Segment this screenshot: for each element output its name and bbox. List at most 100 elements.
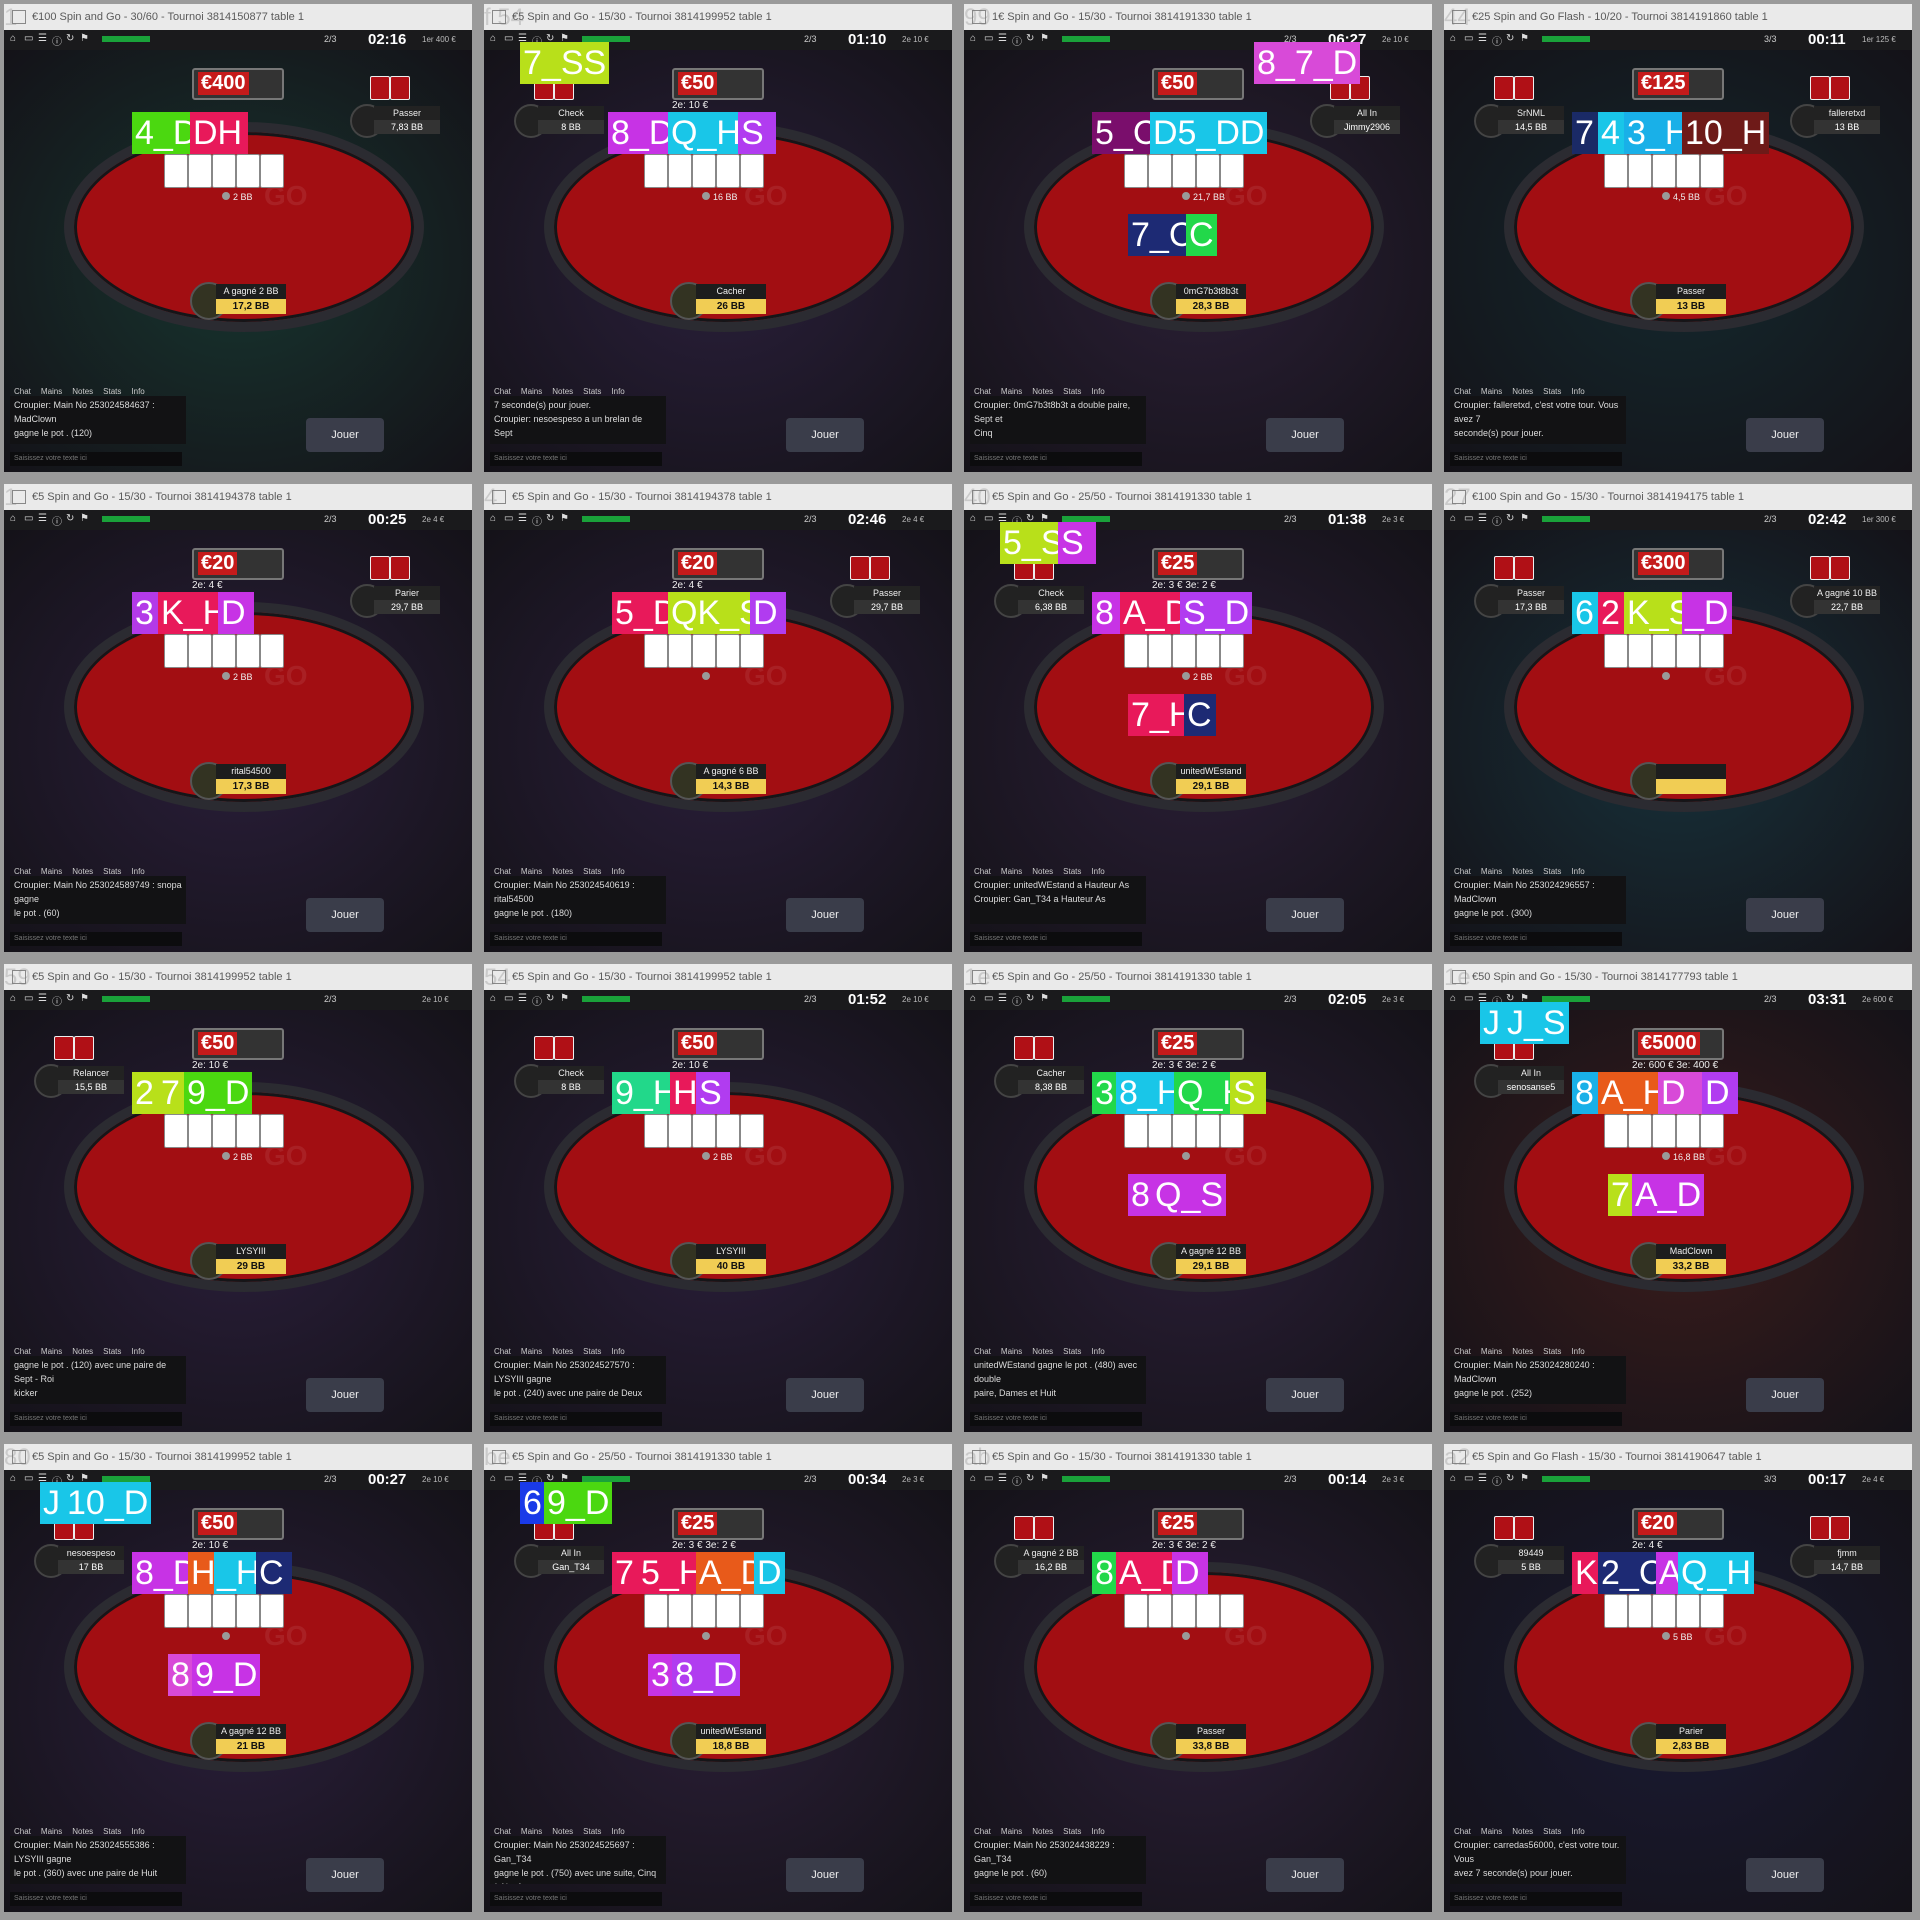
home-icon[interactable]: ⌂ (490, 1473, 496, 1484)
flag-icon[interactable]: ⚑ (1520, 33, 1529, 44)
chat-tab[interactable]: Chat (14, 867, 31, 876)
cards-icon[interactable]: ▭ (984, 1473, 993, 1484)
chat-input[interactable]: Saisissez votre texte ici (970, 932, 1142, 946)
chat-tab[interactable]: Info (611, 867, 624, 876)
play-button[interactable]: Jouer (306, 418, 384, 452)
play-button[interactable]: Jouer (786, 898, 864, 932)
chat-tab[interactable]: Notes (1512, 1827, 1533, 1836)
menu-icon[interactable]: ☰ (38, 513, 47, 524)
refresh-icon[interactable]: ↻ (546, 513, 554, 524)
window-titlebar[interactable]: €5 Spin and Go - 25/50 - Tournoi 3814191… (964, 964, 1432, 990)
home-icon[interactable]: ⌂ (10, 513, 16, 524)
play-button[interactable]: Jouer (1746, 418, 1824, 452)
chat-tab[interactable]: Mains (1481, 1347, 1502, 1356)
chat-tab[interactable]: Mains (41, 867, 62, 876)
chat-tab[interactable]: Notes (552, 1347, 573, 1356)
table-window[interactable]: €5 Spin and Go - 15/30 - Tournoi 3814191… (964, 1444, 1432, 1912)
chat-tab[interactable]: Mains (41, 1827, 62, 1836)
play-button[interactable]: Jouer (1746, 898, 1824, 932)
table-window[interactable]: €5 Spin and Go - 15/30 - Tournoi 3814199… (484, 964, 952, 1432)
chat-tab[interactable]: Notes (72, 1827, 93, 1836)
window-titlebar[interactable]: €5 Spin and Go - 15/30 - Tournoi 3814199… (4, 964, 472, 990)
home-icon[interactable]: ⌂ (490, 513, 496, 524)
play-button[interactable]: Jouer (306, 1858, 384, 1892)
chat-tab[interactable]: Stats (103, 387, 121, 396)
chat-tab[interactable]: Info (1091, 387, 1104, 396)
menu-icon[interactable]: ☰ (1478, 513, 1487, 524)
chat-tab[interactable]: Stats (1063, 867, 1081, 876)
chat-tab[interactable]: Info (131, 1827, 144, 1836)
cards-icon[interactable]: ▭ (24, 513, 33, 524)
chat-input[interactable]: Saisissez votre texte ici (1450, 932, 1622, 946)
chat-tab[interactable]: Mains (41, 387, 62, 396)
chat-tab[interactable]: Notes (552, 387, 573, 396)
info-icon[interactable]: ⓘ (52, 33, 62, 48)
menu-icon[interactable]: ☰ (38, 33, 47, 44)
flag-icon[interactable]: ⚑ (1040, 33, 1049, 44)
cards-icon[interactable]: ▭ (984, 513, 993, 524)
window-titlebar[interactable]: €100 Spin and Go - 30/60 - Tournoi 38141… (4, 4, 472, 30)
home-icon[interactable]: ⌂ (970, 513, 976, 524)
cards-icon[interactable]: ▭ (504, 513, 513, 524)
window-titlebar[interactable]: €5 Spin and Go - 15/30 - Tournoi 3814194… (484, 484, 952, 510)
refresh-icon[interactable]: ↻ (66, 993, 74, 1004)
cards-icon[interactable]: ▭ (504, 1473, 513, 1484)
chat-tab[interactable]: Notes (1032, 1827, 1053, 1836)
chat-input[interactable]: Saisissez votre texte ici (1450, 452, 1622, 466)
home-icon[interactable]: ⌂ (10, 33, 16, 44)
chat-input[interactable]: Saisissez votre texte ici (10, 1892, 182, 1906)
chat-tab[interactable]: Stats (583, 867, 601, 876)
chat-input[interactable]: Saisissez votre texte ici (490, 932, 662, 946)
chat-tab[interactable]: Mains (1001, 1827, 1022, 1836)
play-button[interactable]: Jouer (1266, 898, 1344, 932)
refresh-icon[interactable]: ↻ (1506, 33, 1514, 44)
chat-tab[interactable]: Chat (14, 1347, 31, 1356)
chat-tab[interactable]: Stats (1543, 387, 1561, 396)
chat-tab[interactable]: Chat (1454, 867, 1471, 876)
refresh-icon[interactable]: ↻ (1026, 993, 1034, 1004)
chat-input[interactable]: Saisissez votre texte ici (10, 1412, 182, 1426)
table-window[interactable]: €5 Spin and Go - 15/30 - Tournoi 3814199… (4, 1444, 472, 1912)
cards-icon[interactable]: ▭ (1464, 1473, 1473, 1484)
flag-icon[interactable]: ⚑ (1520, 1473, 1529, 1484)
chat-tab[interactable]: Stats (103, 1347, 121, 1356)
home-icon[interactable]: ⌂ (970, 33, 976, 44)
chat-tab[interactable]: Mains (1481, 1827, 1502, 1836)
chat-tab[interactable]: Stats (103, 867, 121, 876)
chat-tab[interactable]: Info (1571, 387, 1584, 396)
chat-input[interactable]: Saisissez votre texte ici (970, 452, 1142, 466)
refresh-icon[interactable]: ↻ (66, 513, 74, 524)
info-icon[interactable]: ⓘ (1492, 1473, 1502, 1488)
chat-tab[interactable]: Mains (1001, 1347, 1022, 1356)
window-titlebar[interactable]: 1€ Spin and Go - 15/30 - Tournoi 3814191… (964, 4, 1432, 30)
chat-tab[interactable]: Chat (494, 387, 511, 396)
chat-tab[interactable]: Info (1091, 1347, 1104, 1356)
home-icon[interactable]: ⌂ (490, 993, 496, 1004)
home-icon[interactable]: ⌂ (1450, 1473, 1456, 1484)
flag-icon[interactable]: ⚑ (560, 993, 569, 1004)
info-icon[interactable]: ⓘ (532, 993, 542, 1008)
chat-tab[interactable]: Notes (1512, 867, 1533, 876)
info-icon[interactable]: ⓘ (1012, 1473, 1022, 1488)
chat-tab[interactable]: Chat (1454, 1347, 1471, 1356)
play-button[interactable]: Jouer (786, 1378, 864, 1412)
window-titlebar[interactable]: €5 Spin and Go - 15/30 - Tournoi 3814199… (4, 1444, 472, 1470)
play-button[interactable]: Jouer (1266, 1378, 1344, 1412)
chat-tab[interactable]: Mains (521, 867, 542, 876)
cards-icon[interactable]: ▭ (1464, 513, 1473, 524)
flag-icon[interactable]: ⚑ (560, 513, 569, 524)
chat-tab[interactable]: Info (131, 387, 144, 396)
table-window[interactable]: €5 Spin and Go Flash - 15/30 - Tournoi 3… (1444, 1444, 1912, 1912)
play-button[interactable]: Jouer (786, 418, 864, 452)
chat-input[interactable]: Saisissez votre texte ici (1450, 1892, 1622, 1906)
table-window[interactable]: €25 Spin and Go Flash - 10/20 - Tournoi … (1444, 4, 1912, 472)
chat-tab[interactable]: Info (611, 1347, 624, 1356)
refresh-icon[interactable]: ↻ (66, 33, 74, 44)
cards-icon[interactable]: ▭ (24, 1473, 33, 1484)
menu-icon[interactable]: ☰ (1478, 1473, 1487, 1484)
flag-icon[interactable]: ⚑ (80, 33, 89, 44)
table-window[interactable]: €50 Spin and Go - 15/30 - Tournoi 381417… (1444, 964, 1912, 1432)
chat-tab[interactable]: Info (1571, 1347, 1584, 1356)
cards-icon[interactable]: ▭ (24, 33, 33, 44)
window-titlebar[interactable]: €5 Spin and Go - 15/30 - Tournoi 3814199… (484, 4, 952, 30)
